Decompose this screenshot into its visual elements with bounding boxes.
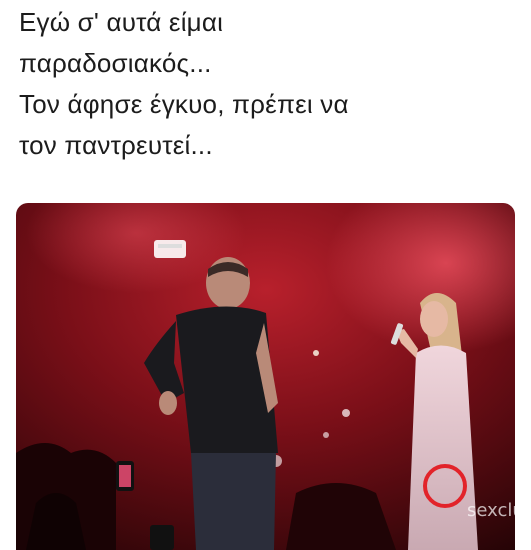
caption-line-1: Εγώ σ' αυτά είμαι <box>19 7 224 37</box>
watermark-text: sexclub.gr <box>467 500 515 521</box>
caption-line-3: Τον άφησε έγκυο, πρέπει να <box>19 89 349 119</box>
concert-photo: sexclub.gr <box>16 203 515 550</box>
caption-line-2: παραδοσιακός... <box>19 48 212 78</box>
watermark-logo: sexclub.gr <box>393 434 515 546</box>
caption-line-4: τον παντρευτεί... <box>19 130 213 160</box>
watermark-circle <box>423 464 467 508</box>
meme-caption: Εγώ σ' αυτά είμαι παραδοσιακός... Τον άφ… <box>19 2 519 166</box>
stage-light <box>154 240 186 258</box>
